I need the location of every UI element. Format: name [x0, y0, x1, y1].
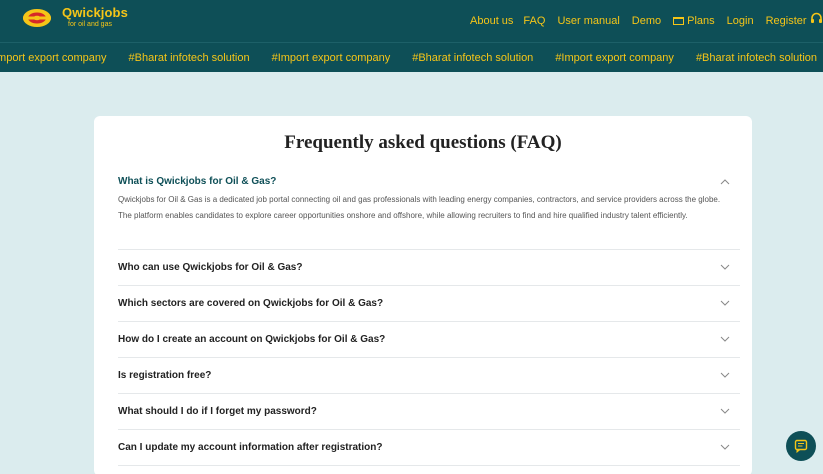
faq-item[interactable]: Who can use Qwickjobs for Oil & Gas?: [118, 250, 740, 286]
faq-question[interactable]: Is registration free?: [118, 370, 211, 381]
faq-question[interactable]: What should I do if I forget my password…: [118, 406, 317, 417]
chevron-down-icon[interactable]: [720, 408, 730, 414]
nav-user-manual[interactable]: User manual: [557, 15, 619, 27]
faq-answer: Qwickjobs for Oil & Gas is a dedicated j…: [118, 195, 721, 220]
page-title: Frequently asked questions (FAQ): [284, 132, 562, 153]
nav-plans-label: Plans: [687, 15, 715, 27]
faq-item: What is Qwickjobs for Oil & Gas? Qwickjo…: [118, 172, 740, 250]
faq-question[interactable]: Which sectors are covered on Qwickjobs f…: [118, 298, 383, 309]
nav-plans[interactable]: Plans: [673, 15, 715, 27]
ticker-item: #Bharat infotech solution: [128, 52, 250, 64]
ticker-item: #Import export company: [271, 52, 391, 64]
faq-question[interactable]: Can I update my account information afte…: [118, 442, 382, 453]
brand-logo[interactable]: Qwickjobs for oil and gas: [22, 6, 128, 29]
brand-name: Qwickjobs: [62, 5, 128, 20]
chevron-down-icon[interactable]: [720, 336, 730, 342]
ticker-item: #Bharat infotech solution: [695, 52, 818, 64]
brand-tagline: for oil and gas: [68, 21, 112, 28]
news-ticker: Import export company #Bharat infotech s…: [0, 42, 823, 72]
ticker-item: #Import export company: [555, 52, 674, 64]
chevron-down-icon[interactable]: [720, 444, 730, 450]
top-header: Qwickjobs for oil and gas About us FAQ U…: [0, 0, 823, 42]
chevron-down-icon[interactable]: [720, 372, 730, 378]
chevron-down-icon[interactable]: [720, 300, 730, 306]
ticker-item: #Bharat infotech solution: [412, 52, 534, 64]
headset-icon[interactable]: [810, 12, 823, 25]
ticker-item: Import export company: [0, 52, 107, 64]
qwickjobs-logo-icon: [23, 8, 51, 27]
faq-item[interactable]: How do I create an account on Qwickjobs …: [118, 322, 740, 358]
faq-card: Frequently asked questions (FAQ) What is…: [94, 116, 752, 474]
faq-item[interactable]: Is registration free?: [118, 358, 740, 394]
chat-icon: [794, 439, 808, 453]
main-nav: About us FAQ User manual Demo Plans Logi…: [470, 0, 819, 42]
nav-demo[interactable]: Demo: [632, 15, 661, 27]
nav-login[interactable]: Login: [727, 15, 754, 27]
faq-question[interactable]: Who can use Qwickjobs for Oil & Gas?: [118, 262, 302, 273]
faq-question[interactable]: How do I create an account on Qwickjobs …: [118, 334, 385, 345]
chevron-up-icon[interactable]: [720, 179, 730, 185]
chevron-down-icon[interactable]: [720, 264, 730, 270]
nav-about[interactable]: About us: [470, 15, 513, 27]
faq-item[interactable]: Can I update my account information afte…: [118, 430, 740, 466]
faq-item[interactable]: Which sectors are covered on Qwickjobs f…: [118, 286, 740, 322]
chat-button[interactable]: [786, 431, 816, 461]
faq-item[interactable]: What should I do if I forget my password…: [118, 394, 740, 430]
faq-question[interactable]: What is Qwickjobs for Oil & Gas?: [118, 176, 276, 187]
nav-register[interactable]: Register: [766, 15, 807, 27]
plans-card-icon: [673, 17, 685, 25]
nav-faq[interactable]: FAQ: [523, 15, 545, 27]
